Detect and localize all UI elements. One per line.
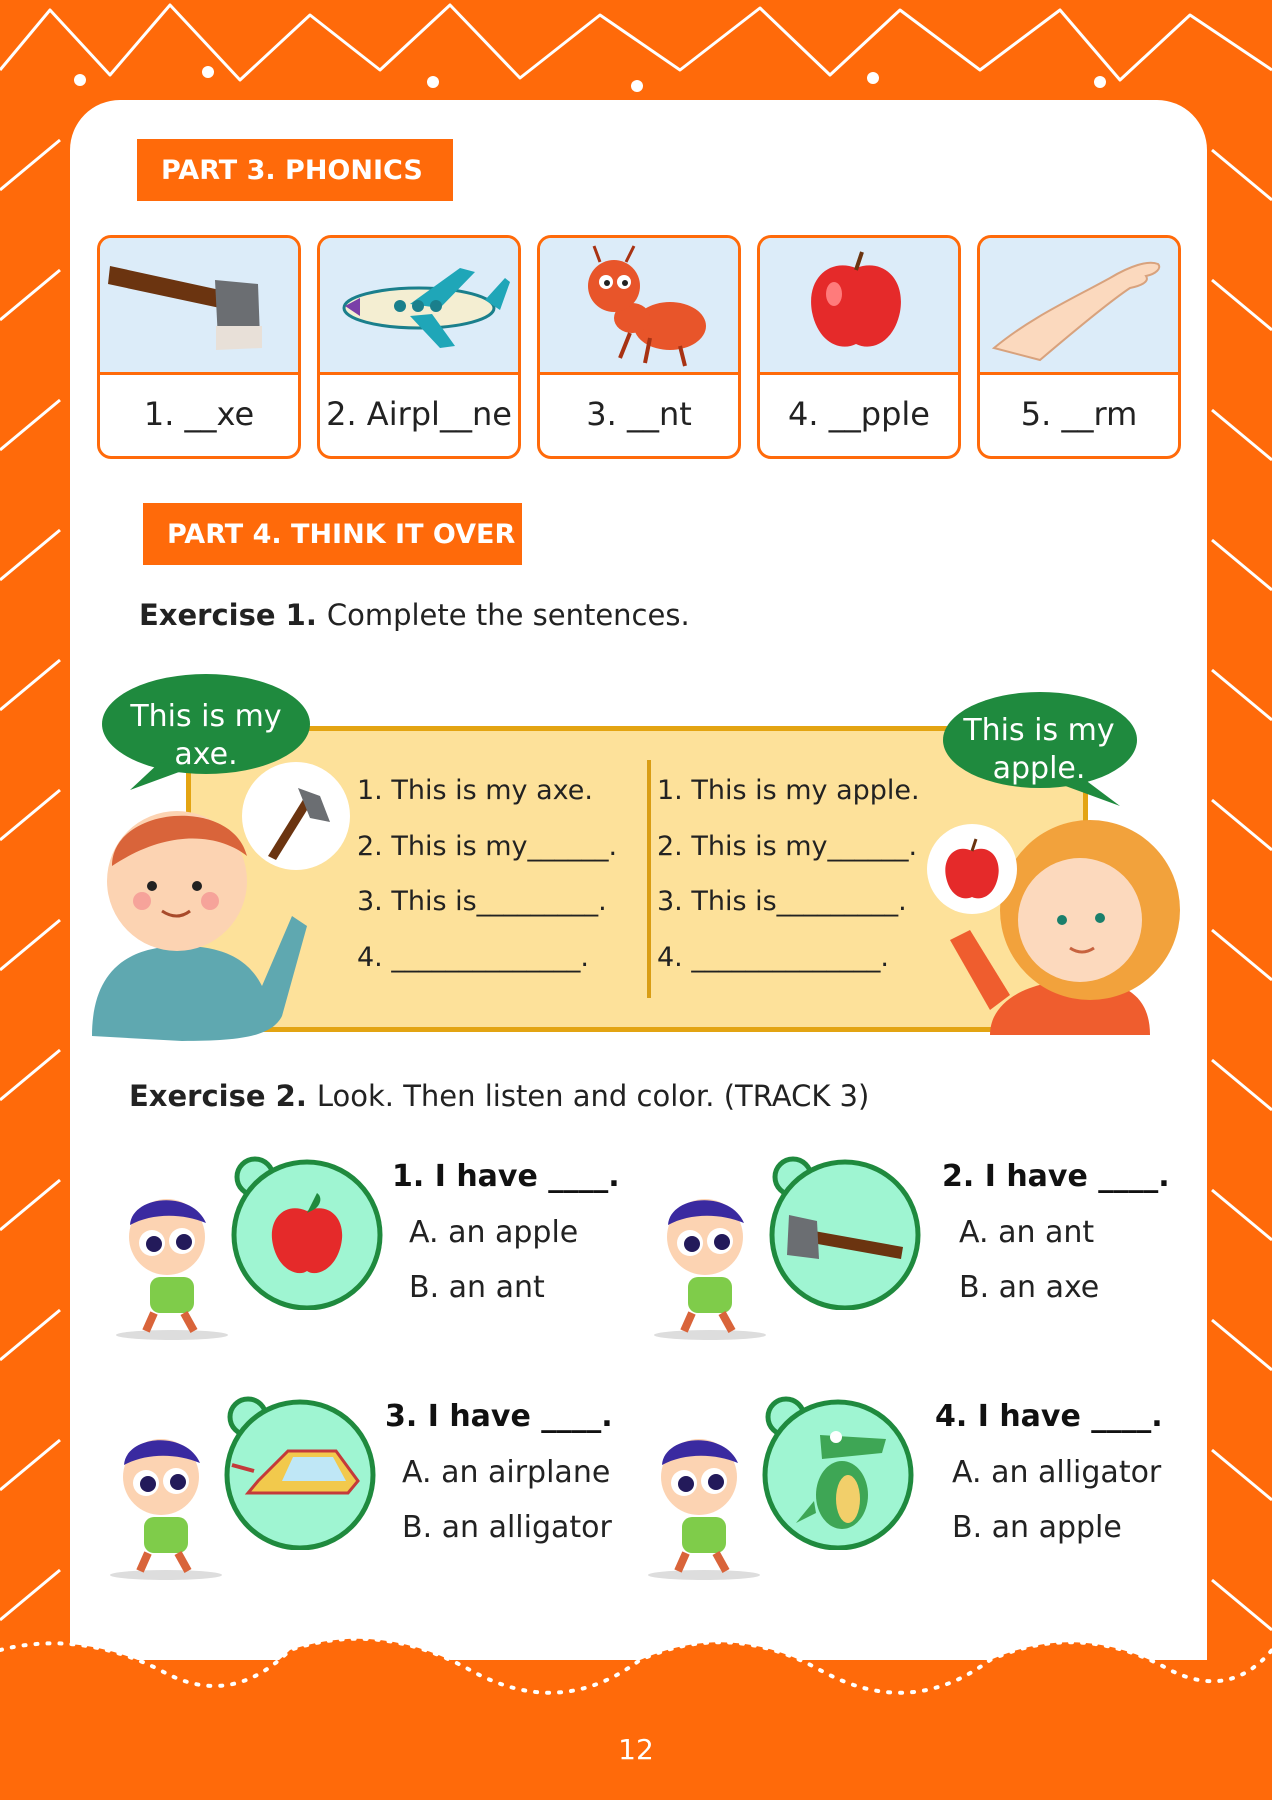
right-sentence-3: 3. This is_________. xyxy=(657,886,907,917)
bottom-wave-decoration xyxy=(0,1636,1272,1800)
left-sentence-2: 2. This is my______. xyxy=(357,831,618,862)
option-1a[interactable]: A. an apple xyxy=(409,1215,578,1250)
option-2b[interactable]: B. an axe xyxy=(959,1270,1099,1305)
phonics-card-label: 4. __pple xyxy=(788,395,930,433)
bubble-right-text: This is my apple. xyxy=(963,713,1115,786)
kid-illustration xyxy=(654,1199,766,1340)
axe-icon xyxy=(242,762,350,870)
phonics-card-3: 3. __nt xyxy=(537,235,741,459)
question-3: 3. I have ____. xyxy=(385,1399,613,1434)
option-4a[interactable]: A. an alligator xyxy=(952,1455,1161,1490)
part4-title: PART 4. THINK IT OVER xyxy=(143,503,522,565)
apple-icon xyxy=(927,824,1017,914)
kid-illustration xyxy=(648,1439,760,1580)
phonics-card-1: 1. __xe xyxy=(97,235,301,459)
exercise1-label: Exercise 1. xyxy=(139,598,317,632)
left-sentence-1: 1. This is my axe. xyxy=(357,775,593,806)
option-3b[interactable]: B. an alligator xyxy=(402,1510,612,1545)
axe-icon xyxy=(108,266,262,350)
phonics-card-label: 5. __rm xyxy=(1020,395,1138,433)
phonics-card-label: 1. __xe xyxy=(143,395,255,433)
kid-illustration xyxy=(116,1199,228,1340)
question-1: 1. I have ____. xyxy=(392,1159,620,1194)
airplane-icon xyxy=(342,268,510,348)
left-sentence-4: 4. ______________. xyxy=(357,942,589,973)
phonics-card-label: 2. Airpl__ne xyxy=(326,395,512,433)
kid-illustration xyxy=(110,1439,222,1580)
panel-divider xyxy=(647,760,651,998)
option-4b[interactable]: B. an apple xyxy=(952,1510,1122,1545)
exercise2-instruction: Look. Then listen and color. (TRACK 3) xyxy=(316,1079,870,1113)
exercise1-instruction: Complete the sentences. xyxy=(326,598,690,632)
item-circle-1 xyxy=(231,1156,383,1310)
phonics-card-label: 3. __nt xyxy=(586,395,692,433)
option-3a[interactable]: A. an airplane xyxy=(402,1455,610,1490)
item-circle-4 xyxy=(762,1396,914,1550)
left-sentence-3: 3. This is_________. xyxy=(357,886,607,917)
option-2a[interactable]: A. an ant xyxy=(959,1215,1094,1250)
page-number: 12 xyxy=(618,1733,654,1766)
question-2: 2. I have ____. xyxy=(942,1159,1170,1194)
exercise2-label: Exercise 2. xyxy=(129,1079,307,1113)
exercise1-heading: Exercise 1. Complete the sentences. xyxy=(139,598,690,632)
right-sentence-4: 4. ______________. xyxy=(657,942,889,973)
arm-icon xyxy=(991,261,1161,362)
question-4: 4. I have ____. xyxy=(935,1399,1163,1434)
exercise2-heading: Exercise 2. Look. Then listen and color. … xyxy=(129,1079,869,1113)
phonics-card-5: 5. __rm xyxy=(977,235,1181,459)
part3-title: PART 3. PHONICS xyxy=(137,139,453,201)
right-sentence-2: 2. This is my______. xyxy=(657,831,918,862)
phonics-card-2: 2. Airpl__ne xyxy=(317,235,521,459)
right-sentence-1: 1. This is my apple. xyxy=(657,775,920,806)
item-circle-2 xyxy=(769,1156,921,1310)
option-1b[interactable]: B. an ant xyxy=(409,1270,545,1305)
apple-icon xyxy=(811,251,901,347)
phonics-card-4: 4. __pple xyxy=(757,235,961,459)
ant-icon xyxy=(588,245,706,367)
item-circle-3 xyxy=(224,1396,376,1550)
